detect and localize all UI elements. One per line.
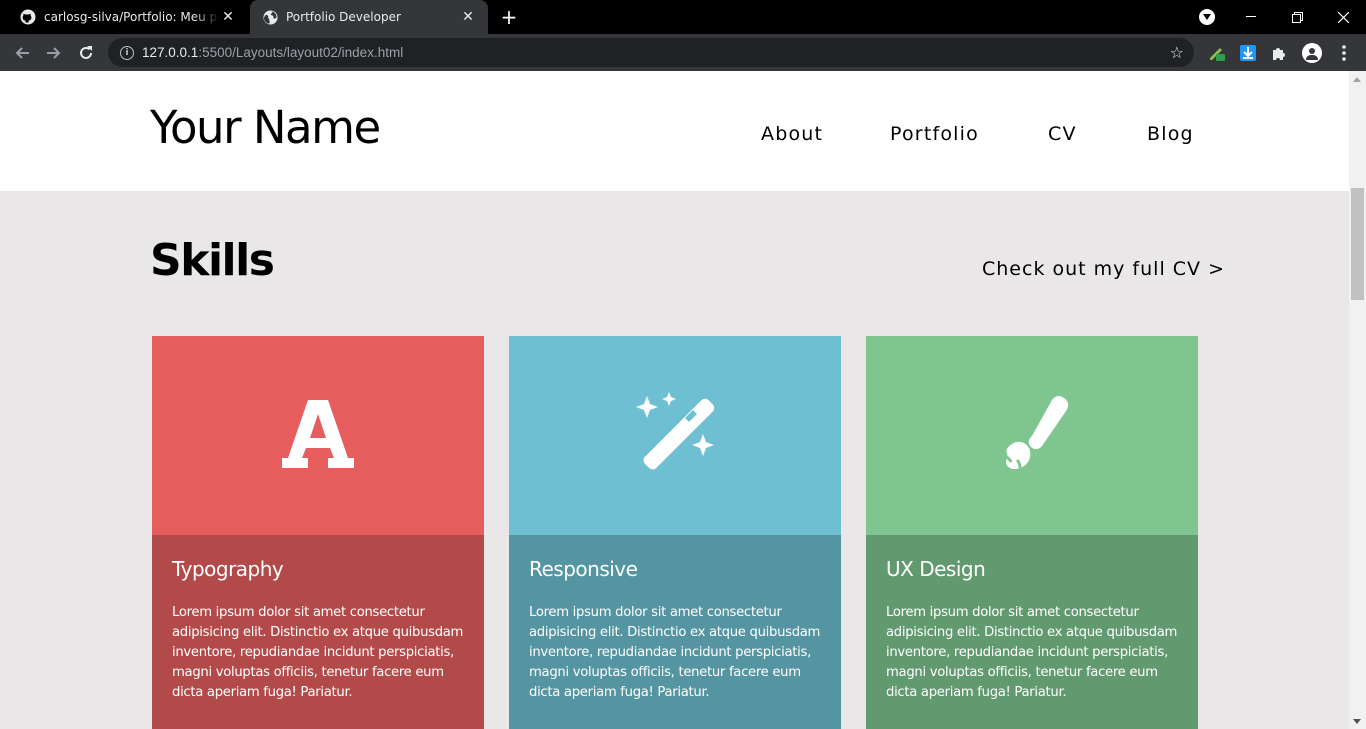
skill-card-typography: Typography Lorem ipsum dolor sit amet co…: [152, 336, 484, 729]
tab-title: carlosg-silva/Portfolio: Meu portfolio: [44, 10, 220, 24]
bookmark-star-icon[interactable]: ☆: [1170, 43, 1184, 62]
scrollbar-thumb[interactable]: [1351, 188, 1364, 300]
tab-portfolio-developer[interactable]: Portfolio Developer ✕: [250, 0, 488, 34]
page-scrollbar[interactable]: [1349, 71, 1366, 729]
magic-wand-icon: [633, 391, 717, 480]
site-header: Your Name About Portfolio CV Blog: [0, 71, 1349, 191]
typography-a-icon: [280, 396, 356, 476]
new-tab-button[interactable]: +: [498, 6, 520, 28]
nav-link-portfolio[interactable]: Portfolio: [890, 123, 979, 145]
reload-icon[interactable]: [74, 41, 98, 65]
site-info-icon[interactable]: i: [120, 45, 134, 60]
profile-avatar-icon[interactable]: [1302, 43, 1322, 63]
nav-link-about[interactable]: About: [761, 123, 823, 145]
card-text-panel: Responsive Lorem ipsum dolor sit amet co…: [509, 535, 841, 729]
paint-brush-icon: [990, 392, 1074, 480]
close-tab-icon[interactable]: ✕: [220, 9, 236, 25]
page-viewport: Your Name About Portfolio CV Blog Skills…: [0, 71, 1349, 729]
address-bar[interactable]: i 127.0.0.1:5500/Layouts/layout02/index.…: [108, 38, 1194, 67]
card-title: UX Design: [886, 557, 986, 581]
url-path: :5500/Layouts/layout02/index.html: [198, 45, 404, 60]
tab-github-repo[interactable]: carlosg-silva/Portfolio: Meu portfolio ✕: [8, 0, 248, 34]
card-title: Typography: [172, 557, 284, 581]
nav-link-blog[interactable]: Blog: [1147, 123, 1194, 145]
card-icon-panel: [509, 336, 841, 535]
skills-heading: Skills: [150, 235, 275, 286]
restore-icon[interactable]: [1274, 0, 1320, 34]
download-extension-icon[interactable]: [1239, 44, 1257, 62]
menu-kebab-icon[interactable]: [1335, 44, 1353, 62]
back-arrow-icon[interactable]: [10, 41, 34, 65]
card-description: Lorem ipsum dolor sit amet consectetur a…: [529, 605, 821, 700]
card-icon-panel: [152, 336, 484, 535]
scroll-down-arrow-icon[interactable]: [1353, 719, 1361, 724]
pen-extension-icon[interactable]: [1208, 44, 1226, 62]
close-window-icon[interactable]: [1320, 0, 1366, 34]
minimize-icon[interactable]: [1228, 0, 1274, 34]
scroll-up-arrow-icon[interactable]: [1353, 77, 1361, 82]
full-cv-link[interactable]: Check out my full CV >: [982, 258, 1225, 280]
tab-search-icon[interactable]: [1199, 9, 1215, 25]
close-tab-icon[interactable]: ✕: [460, 9, 476, 25]
globe-icon: [262, 9, 278, 25]
card-text-panel: UX Design Lorem ipsum dolor sit amet con…: [866, 535, 1198, 729]
url-host: 127.0.0.1: [142, 45, 199, 60]
card-icon-panel: [866, 336, 1198, 535]
puzzle-extensions-icon[interactable]: [1270, 44, 1288, 62]
github-icon: [20, 9, 36, 25]
browser-toolbar: i 127.0.0.1:5500/Layouts/layout02/index.…: [0, 34, 1366, 71]
forward-arrow-icon[interactable]: [42, 41, 66, 65]
url-text: 127.0.0.1:5500/Layouts/layout02/index.ht…: [142, 45, 403, 60]
nav-link-cv[interactable]: CV: [1048, 123, 1077, 145]
tab-strip: carlosg-silva/Portfolio: Meu portfolio ✕…: [0, 0, 1366, 34]
card-title: Responsive: [529, 557, 638, 581]
skill-card-responsive: Responsive Lorem ipsum dolor sit amet co…: [509, 336, 841, 729]
card-text-panel: Typography Lorem ipsum dolor sit amet co…: [152, 535, 484, 729]
tab-title: Portfolio Developer: [286, 10, 401, 24]
skill-card-ux-design: UX Design Lorem ipsum dolor sit amet con…: [866, 336, 1198, 729]
card-description: Lorem ipsum dolor sit amet consectetur a…: [886, 605, 1178, 700]
site-logo[interactable]: Your Name: [150, 101, 381, 154]
card-description: Lorem ipsum dolor sit amet consectetur a…: [172, 605, 464, 700]
